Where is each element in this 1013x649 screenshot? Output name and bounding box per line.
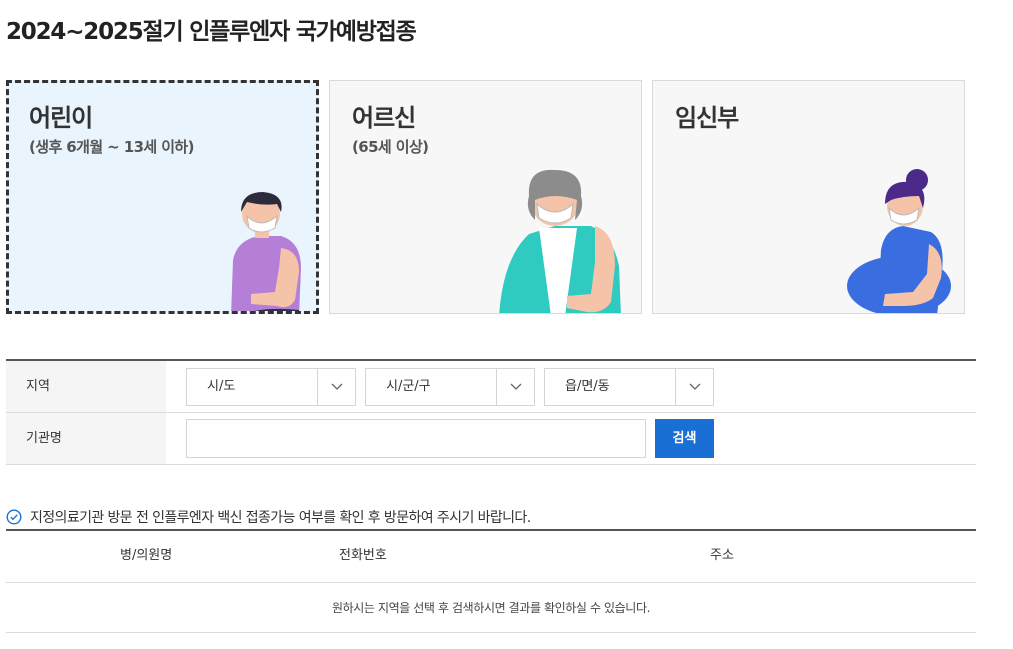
institution-label: 기관명 (6, 413, 166, 464)
institution-name-input[interactable] (186, 419, 646, 458)
card-subtitle: (65세 이상) (352, 138, 429, 156)
senior-illustration (499, 169, 621, 313)
chevron-down-icon[interactable] (317, 369, 355, 405)
card-subtitle: (생후 6개월 ~ 13세 이하) (29, 138, 194, 156)
notice: 지정의료기관 방문 전 인플루엔자 백신 접종가능 여부를 확인 후 방문하여 … (6, 507, 531, 527)
region-row: 지역 시/도 시/군/구 읍/면/동 (6, 361, 976, 413)
card-title: 어르신 (352, 104, 416, 132)
institution-row: 기관명 검색 (6, 413, 976, 465)
results-empty-message: 원하시는 지역을 선택 후 검색하시면 결과를 확인하실 수 있습니다. (6, 583, 976, 633)
search-form: 지역 시/도 시/군/구 읍/면/동 기관명 검색 (6, 359, 976, 465)
province-select-value: 시/도 (207, 379, 236, 394)
card-title: 임신부 (675, 104, 739, 132)
check-circle-icon (6, 509, 22, 525)
results-table: 병/의원명 전화번호 주소 원하시는 지역을 선택 후 검색하시면 결과를 확인… (6, 529, 976, 633)
search-button[interactable]: 검색 (655, 419, 714, 458)
card-children[interactable]: 어린이 (생후 6개월 ~ 13세 이하) (6, 80, 319, 314)
column-header-hospital: 병/의원명 (120, 548, 173, 563)
town-select-value: 읍/면/동 (565, 379, 610, 394)
province-select[interactable]: 시/도 (186, 368, 356, 406)
card-title: 어린이 (29, 104, 93, 132)
child-illustration (231, 192, 301, 311)
region-label: 지역 (6, 361, 166, 412)
notice-text: 지정의료기관 방문 전 인플루엔자 백신 접종가능 여부를 확인 후 방문하여 … (30, 510, 531, 526)
pregnant-woman-illustration (847, 169, 951, 313)
city-select[interactable]: 시/군/구 (365, 368, 535, 406)
results-header: 병/의원명 전화번호 주소 (6, 531, 976, 583)
chevron-down-icon[interactable] (675, 369, 713, 405)
chevron-down-icon[interactable] (496, 369, 534, 405)
card-seniors[interactable]: 어르신 (65세 이상) (329, 80, 642, 314)
column-header-address: 주소 (710, 548, 734, 563)
column-header-phone: 전화번호 (339, 548, 387, 563)
page-title: 2024~2025절기 인플루엔자 국가예방접종 (6, 19, 417, 45)
town-select[interactable]: 읍/면/동 (544, 368, 714, 406)
card-pregnant[interactable]: 임신부 (652, 80, 965, 314)
city-select-value: 시/군/구 (386, 379, 431, 394)
